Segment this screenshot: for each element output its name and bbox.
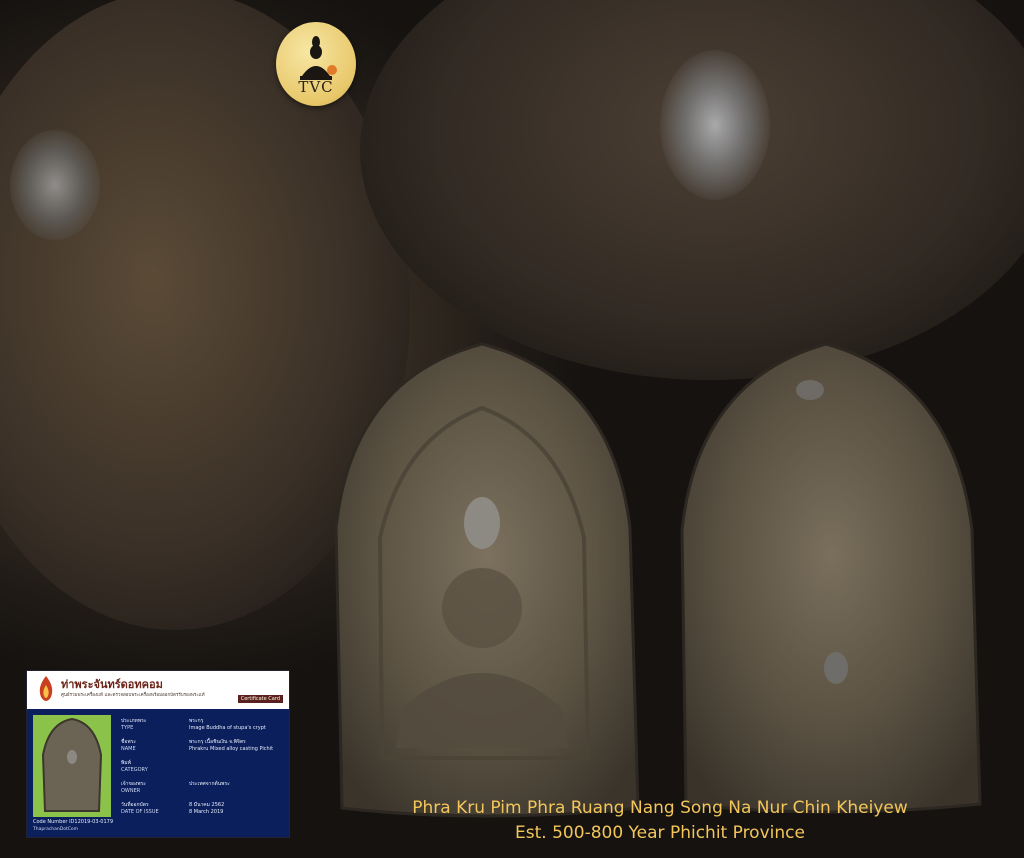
row-label: ประเภทพระ bbox=[121, 718, 147, 724]
row-label: ชื่อพระ bbox=[121, 739, 137, 745]
flame-icon bbox=[39, 676, 53, 701]
certificate-site: ThaprachanDotCom bbox=[33, 827, 79, 832]
certificate-photo bbox=[33, 715, 111, 817]
certificate-header: ท่าพระจันทร์ดอทคอม ศูนย์รวมพระเครื่องแท้… bbox=[27, 671, 289, 709]
certificate-row: ชื่อพระ NAME พระกรุ เนื้อชินเงิน จ.พิจิต… bbox=[121, 738, 285, 759]
row-label: DATE OF ISSUE bbox=[121, 809, 159, 815]
row-label: CATEGORY bbox=[121, 767, 148, 773]
row-label: NAME bbox=[121, 746, 136, 752]
caption-line-2: Est. 500-800 Year Phichit Province bbox=[515, 823, 805, 843]
row-value: Phrakru Mixed alloy casting Pichit bbox=[189, 746, 274, 752]
row-value: Image Buddha of stupa's crypt bbox=[189, 725, 266, 731]
caption-line-1: Phra Kru Pim Phra Ruang Nang Song Na Nur… bbox=[412, 798, 908, 818]
row-label: TYPE bbox=[121, 725, 134, 731]
caption: Phra Kru Pim Phra Ruang Nang Song Na Nur… bbox=[330, 796, 990, 846]
row-value: พระกรุ bbox=[189, 718, 204, 724]
row-value: 8 มีนาคม 2562 bbox=[189, 802, 225, 808]
row-value: ประเทศจากต้นพระ bbox=[189, 781, 230, 787]
row-label: พิมพ์ bbox=[121, 760, 131, 766]
row-label: เจ้าของพระ bbox=[121, 781, 146, 787]
row-label: วันที่ออกบัตร bbox=[121, 802, 149, 808]
amulet-photo: TVC ท่าพระจันทร์ดอทคอม ศูนย์รวมพระเครื่อ… bbox=[0, 0, 1024, 858]
certificate-details: ประเภทพระ TYPE พระกรุ Image Buddha of st… bbox=[121, 717, 285, 822]
certificate-row: เจ้าของพระ OWNER ประเทศจากต้นพระ bbox=[121, 780, 285, 801]
certificate-card-label: Certificate Card bbox=[237, 695, 283, 703]
logo-text: TVC bbox=[298, 78, 334, 96]
amulet-back bbox=[680, 342, 982, 814]
certificate-code: Code Number ID12019-03-0179 bbox=[33, 819, 113, 825]
certificate-row: วันที่ออกบัตร DATE OF ISSUE 8 มีนาคม 256… bbox=[121, 801, 285, 822]
background-highlight bbox=[10, 130, 100, 240]
certificate-card: ท่าพระจันทร์ดอทคอม ศูนย์รวมพระเครื่องแท้… bbox=[26, 670, 290, 838]
row-label: OWNER bbox=[121, 788, 141, 794]
certificate-row: ประเภทพระ TYPE พระกรุ Image Buddha of st… bbox=[121, 717, 285, 738]
tvc-logo: TVC bbox=[276, 22, 356, 106]
row-value: 8 March 2019 bbox=[189, 809, 224, 815]
certificate-subtitle: ศูนย์รวมพระเครื่องแท้ และตรวจสอบพระเครื่… bbox=[61, 693, 205, 698]
background-highlight bbox=[660, 50, 770, 200]
certificate-row: พิมพ์ CATEGORY bbox=[121, 759, 285, 780]
code-label: Code Number bbox=[33, 819, 68, 825]
row-value: พระกรุ เนื้อชินเงิน จ.พิจิตร bbox=[189, 739, 246, 745]
amulet-front bbox=[334, 342, 640, 818]
code-value: ID12019-03-0179 bbox=[69, 819, 114, 825]
